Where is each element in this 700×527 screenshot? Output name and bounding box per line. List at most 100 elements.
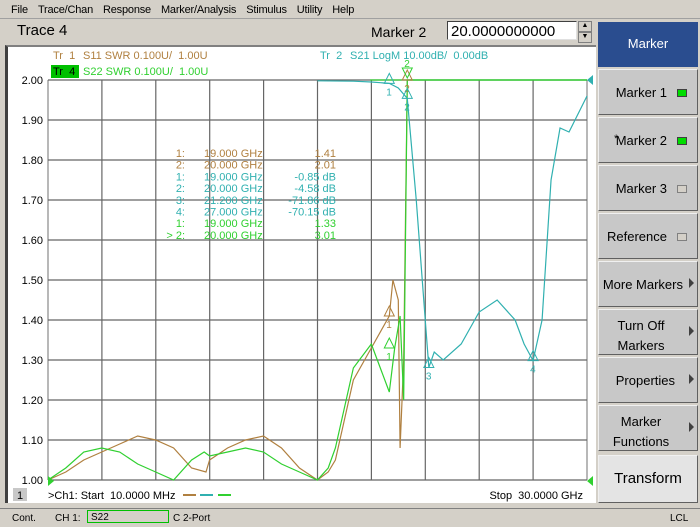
stop-frequency[interactable]: Stop 30.0000 GHz (489, 490, 583, 502)
stop-arrow-icon (587, 476, 593, 486)
marker-row-number: 2: (176, 183, 185, 195)
y-tick-label: 1.10 (22, 435, 43, 447)
marker-row-number: 1: (176, 171, 185, 183)
marker-row-frequency: 19.000 GHz (204, 218, 263, 230)
softkey-label: Marker 2 (615, 133, 667, 148)
marker-row-value: -70.15 dB (288, 207, 336, 219)
y-tick-label: 1.70 (22, 195, 43, 207)
marker-row-number: 1: (176, 148, 185, 160)
softkey-marker-2[interactable]: * Marker 2 (598, 117, 698, 163)
softkey-marker-3[interactable]: Marker 3 (598, 165, 698, 211)
marker-number-label: 1 (386, 320, 392, 331)
y-tick-label: 1.90 (22, 115, 43, 127)
y-tick-label: 1.30 (22, 355, 43, 367)
marker-readout-table: 1: 19.000 GHz 1.41 2: 20.000 GHz 2.01 1: 19.000… (166, 148, 336, 242)
marker-row-value: -4.58 dB (294, 183, 336, 195)
channel-badge-label: 1 (17, 490, 23, 502)
status-bar: Cont. CH 1: S22 C 2-Port LCL (0, 508, 700, 527)
status-active-param[interactable]: S22 (87, 510, 169, 523)
marker-row-frequency: 21.200 GHz (204, 195, 263, 207)
submenu-arrow-icon (689, 374, 694, 384)
marker-row-value: 1.41 (315, 148, 336, 160)
indicator-on-icon (677, 137, 687, 145)
y-tick-label: 1.80 (22, 155, 43, 167)
indicator-on-icon (677, 89, 687, 97)
softkey-label-line1: Turn Off (617, 318, 665, 333)
measurement-chart: 2.00 1.90 1.80 1.70 1.60 1.50 1.40 1.30 1.20 1.10… (13, 50, 593, 502)
softkey-label: Properties (615, 373, 675, 388)
marker-row-number: 4: (176, 207, 185, 219)
y-axis-ticks: 2.00 1.90 1.80 1.70 1.60 1.50 1.40 1.30 1.20 1.10… (22, 75, 43, 487)
tr2-ref-arrow-icon (587, 75, 593, 85)
marker-triangle-icon (383, 72, 396, 84)
marker-number-label: 2 (404, 102, 410, 113)
tr4-id[interactable]: Tr 4 (53, 66, 75, 78)
softkey-transform[interactable]: Transform (598, 455, 698, 503)
softkey-label: Marker 1 (615, 85, 667, 100)
status-cal: C 2-Port (173, 513, 211, 524)
tr2-id[interactable]: Tr 2 (320, 50, 342, 62)
indicator-off-icon (677, 233, 687, 241)
marker-row-value: -71.86 dB (288, 195, 336, 207)
marker-row-number: 2: (176, 160, 185, 172)
y-tick-label: 1.00 (22, 475, 43, 487)
marker-triangle-icon (383, 336, 396, 349)
softkey-label-line2: Functions (612, 434, 670, 449)
markers: 12123412 (383, 59, 539, 382)
y-tick-label: 1.60 (22, 235, 43, 247)
marker-row-frequency: 19.000 GHz (204, 148, 263, 160)
submenu-arrow-icon (689, 278, 694, 288)
marker-row-number: 3: (176, 195, 185, 207)
graticule (47, 79, 588, 481)
marker-row-value: 2.01 (315, 160, 336, 172)
indicator-off-icon (677, 185, 687, 193)
submenu-arrow-icon (689, 422, 694, 432)
status-remote: LCL (670, 513, 689, 524)
softkey-label: Marker Functions (599, 412, 683, 452)
marker-number-label: 1 (386, 352, 392, 363)
softkey-label: Reference (607, 229, 667, 244)
softkey-menu-title: Marker (598, 22, 698, 67)
softkey-label-line1: Marker (620, 414, 662, 429)
softkey-transform-label: Transform (614, 470, 682, 487)
softkey-properties[interactable]: Properties (598, 357, 698, 403)
softkey-turn-off-markers[interactable]: Turn Off Markers (598, 309, 698, 355)
y-tick-label: 2.00 (22, 75, 43, 87)
marker-row-frequency: 20.000 GHz (204, 230, 263, 242)
tr1-id[interactable]: Tr 1 (53, 50, 75, 62)
marker-row-frequency: 20.000 GHz (204, 160, 263, 172)
status-channel: CH 1: (55, 513, 81, 524)
marker-row-frequency: 20.000 GHz (204, 183, 263, 195)
start-frequency[interactable]: >Ch1: Start 10.0000 MHz (48, 490, 175, 502)
softkey-reference[interactable]: Reference (598, 213, 698, 259)
tr4-desc: S22 SWR 0.100U/ 1.00U (83, 66, 208, 78)
marker-row-number: > 2: (166, 230, 185, 242)
softkey-label: More Markers (602, 277, 683, 292)
marker-row-value: 3.01 (315, 230, 336, 242)
marker-row-frequency: 19.000 GHz (204, 171, 263, 183)
marker-row-value: 1.33 (315, 218, 336, 230)
y-tick-label: 1.40 (22, 315, 43, 327)
marker-number-label: 1 (386, 87, 392, 98)
marker-row-frequency: 27.000 GHz (204, 207, 263, 219)
softkey-marker-functions[interactable]: Marker Functions (598, 405, 698, 451)
softkey-label: Marker 3 (615, 181, 667, 196)
softkey-more-markers[interactable]: More Markers (598, 261, 698, 307)
softkey-label-line2: Markers (617, 338, 665, 353)
softkey-title-label: Marker (627, 36, 669, 51)
tr1-desc: S11 SWR 0.100U/ 1.00U (83, 50, 208, 62)
y-tick-label: 1.20 (22, 395, 43, 407)
marker-number-label: 4 (530, 365, 536, 376)
softkey-panel: Marker Marker 1 * Marker 2 Marker 3 Refer… (598, 22, 700, 505)
softkey-label: Turn Off Markers (599, 316, 683, 356)
marker-row-value: -0.85 dB (294, 171, 336, 183)
marker-number-label: 3 (426, 371, 432, 382)
softkey-marker-1[interactable]: Marker 1 (598, 69, 698, 115)
marker-number-label: 2 (404, 59, 410, 70)
status-sweep-mode: Cont. (12, 513, 36, 524)
marker-row-number: 1: (176, 218, 185, 230)
y-tick-label: 1.50 (22, 275, 43, 287)
trace-line-tr2 (317, 80, 588, 368)
submenu-arrow-icon (689, 326, 694, 336)
tr2-desc: S21 LogM 10.00dB/ 0.00dB (350, 50, 488, 62)
